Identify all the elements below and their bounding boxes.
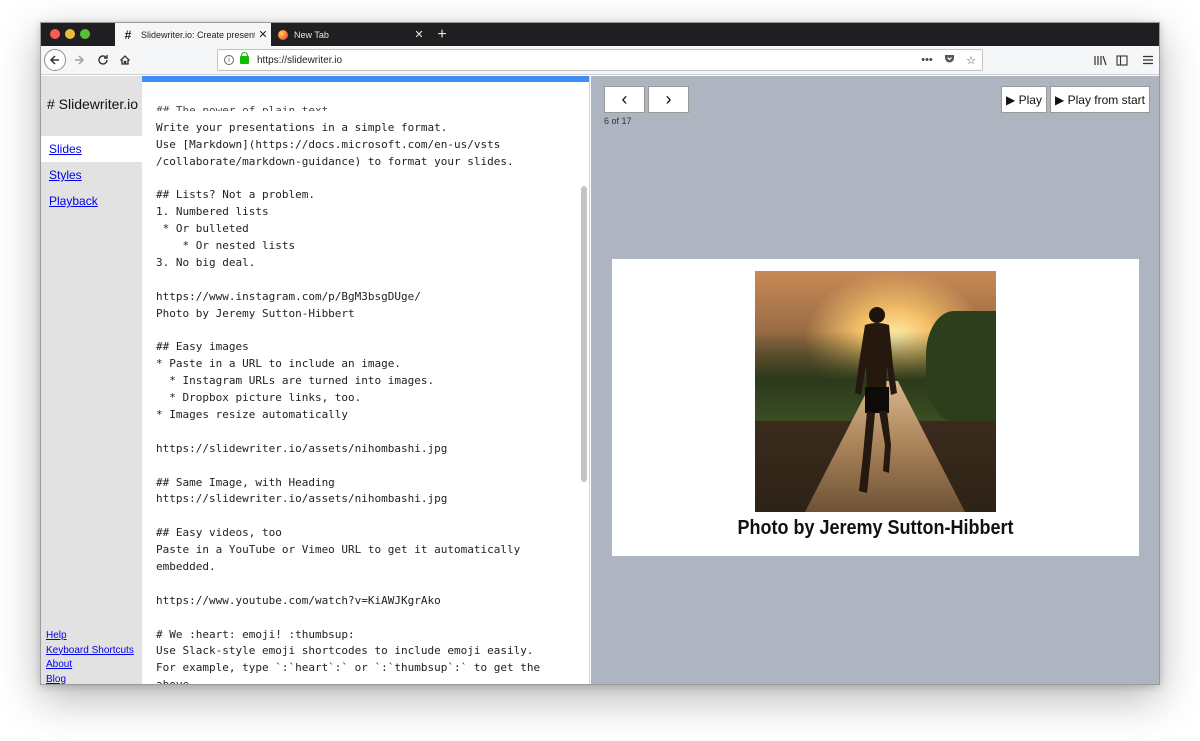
editor-line: ## Easy images: [156, 340, 249, 354]
editor-line: Paste in a YouTube or Vimeo URL to get i…: [156, 543, 521, 557]
editor-line: Use Slack-style emoji shortcodes to incl…: [156, 644, 534, 658]
editor-line: * Or bulleted: [156, 222, 249, 236]
editor-lines: Write your presentations in a simple for…: [156, 120, 541, 685]
play-button[interactable]: ▶ Play: [1001, 86, 1047, 113]
page-content: # Slidewriter.io Slides Styles Playback …: [41, 76, 1159, 685]
current-slide: Photo by Jeremy Sutton-Hibbert: [612, 259, 1139, 556]
editor-line: * Instagram URLs are turned into images.: [156, 374, 435, 388]
tab-close-icon[interactable]: ✕: [255, 28, 271, 41]
minimize-window-button[interactable]: [65, 29, 75, 39]
slidewriter-favicon-icon: #: [124, 27, 132, 42]
navigation-bar: i https://slidewriter.io ••• ☆: [41, 46, 1159, 75]
slide-counter: 6 of 17: [604, 116, 632, 126]
zoom-window-button[interactable]: [80, 29, 90, 39]
blog-link[interactable]: Blog: [46, 673, 134, 685]
about-link[interactable]: About: [46, 658, 134, 673]
editor-line: Photo by Jeremy Sutton-Hibbert: [156, 306, 355, 320]
editor-line: 3. No big deal.: [156, 255, 256, 269]
editor-line: # We :heart: emoji! :thumbsup:: [156, 627, 355, 641]
editor-line: https://slidewriter.io/assets/nihombashi…: [156, 441, 448, 455]
new-tab-button[interactable]: +: [432, 23, 452, 46]
close-window-button[interactable]: [50, 29, 60, 39]
editor-line: embedded.: [156, 559, 216, 573]
app-sidebar: # Slidewriter.io Slides Styles Playback …: [41, 76, 142, 685]
editor-line: 1. Numbered lists: [156, 205, 269, 219]
editor-line: Use [Markdown](https://docs.microsoft.co…: [156, 137, 501, 151]
reload-icon: [98, 55, 108, 65]
reload-button[interactable]: [93, 49, 113, 71]
tab-strip: # Slidewriter.io: Create presentati ✕ Ne…: [41, 23, 1159, 46]
editor-line: * Or nested lists: [156, 239, 296, 253]
keyboard-shortcuts-link[interactable]: Keyboard Shortcuts: [46, 644, 134, 659]
back-button[interactable]: [44, 49, 66, 71]
markdown-editor[interactable]: ## The power of plain text. Write your pr…: [142, 76, 590, 685]
brand-logo: # Slidewriter.io: [47, 96, 139, 112]
editor-line: Write your presentations in a simple for…: [156, 120, 448, 134]
play-from-start-button[interactable]: ▶ Play from start: [1050, 86, 1150, 113]
menu-icon[interactable]: [1138, 49, 1158, 71]
pocket-icon[interactable]: [938, 53, 960, 67]
editor-line: above.: [156, 678, 196, 685]
footer-links: Help Keyboard Shortcuts About Blog: [46, 629, 134, 685]
secure-lock-icon: [240, 52, 249, 64]
editor-line: /collaborate/markdown-guidance) to forma…: [156, 154, 514, 168]
slide-caption: Photo by Jeremy Sutton-Hibbert: [737, 517, 1014, 539]
firefox-icon: [278, 29, 288, 40]
browser-window: # Slidewriter.io: Create presentati ✕ Ne…: [40, 22, 1160, 685]
back-arrow-icon: [49, 55, 59, 65]
tab-title: Slidewriter.io: Create presentati: [141, 29, 255, 40]
editor-line: * Images resize automatically: [156, 407, 349, 421]
bookmark-star-icon[interactable]: ☆: [960, 54, 982, 67]
sidebar-item-playback[interactable]: Playback: [41, 188, 142, 214]
editor-line: ## Same Image, with Heading: [156, 475, 335, 489]
home-icon: [120, 55, 130, 65]
sidebar-item-styles[interactable]: Styles: [41, 162, 142, 188]
slide-photo: [755, 271, 996, 512]
editor-text[interactable]: ## The power of plain text. Write your pr…: [156, 78, 541, 685]
editor-scrollbar[interactable]: [581, 186, 587, 482]
library-icon[interactable]: [1090, 49, 1110, 71]
forward-arrow-icon: [75, 55, 85, 65]
url-bar[interactable]: i https://slidewriter.io ••• ☆: [217, 49, 983, 71]
sidebar-toggle-icon[interactable]: [1112, 49, 1132, 71]
tab-title: New Tab: [294, 29, 329, 40]
editor-line: https://www.instagram.com/p/BgM3bsgDUge/: [156, 289, 421, 303]
url-text[interactable]: https://slidewriter.io: [257, 55, 916, 66]
editor-line: https://www.youtube.com/watch?v=KiAWJKgr…: [156, 593, 441, 607]
page-actions-button[interactable]: •••: [916, 54, 938, 66]
tab-new-tab[interactable]: New Tab ✕: [272, 23, 427, 46]
runner-silhouette: [855, 307, 897, 493]
editor-line: ## Easy videos, too: [156, 526, 282, 540]
tab-close-icon[interactable]: ✕: [411, 28, 427, 41]
editor-line: For example, type `:`heart`:` or `:`thum…: [156, 661, 541, 675]
editor-line: * Dropbox picture links, too.: [156, 391, 362, 405]
photo-trees-right: [926, 311, 996, 421]
forward-button[interactable]: [69, 49, 89, 71]
editor-line: ## The power of plain text.: [156, 103, 335, 111]
slide-preview-pane: ‹ › ▶ Play ▶ Play from start 6 of 17 Pho…: [591, 76, 1159, 684]
home-button[interactable]: [115, 49, 135, 71]
next-slide-button[interactable]: ›: [648, 86, 689, 113]
editor-line: ## Lists? Not a problem.: [156, 188, 315, 202]
site-info-icon[interactable]: i: [224, 55, 234, 65]
editor-line: https://slidewriter.io/assets/nihombashi…: [156, 492, 448, 506]
help-link[interactable]: Help: [46, 629, 134, 644]
tab-slidewriter[interactable]: # Slidewriter.io: Create presentati ✕: [115, 23, 271, 46]
editor-line: * Paste in a URL to include an image.: [156, 357, 402, 371]
previous-slide-button[interactable]: ‹: [604, 86, 645, 113]
sidebar-item-slides[interactable]: Slides: [41, 136, 142, 162]
